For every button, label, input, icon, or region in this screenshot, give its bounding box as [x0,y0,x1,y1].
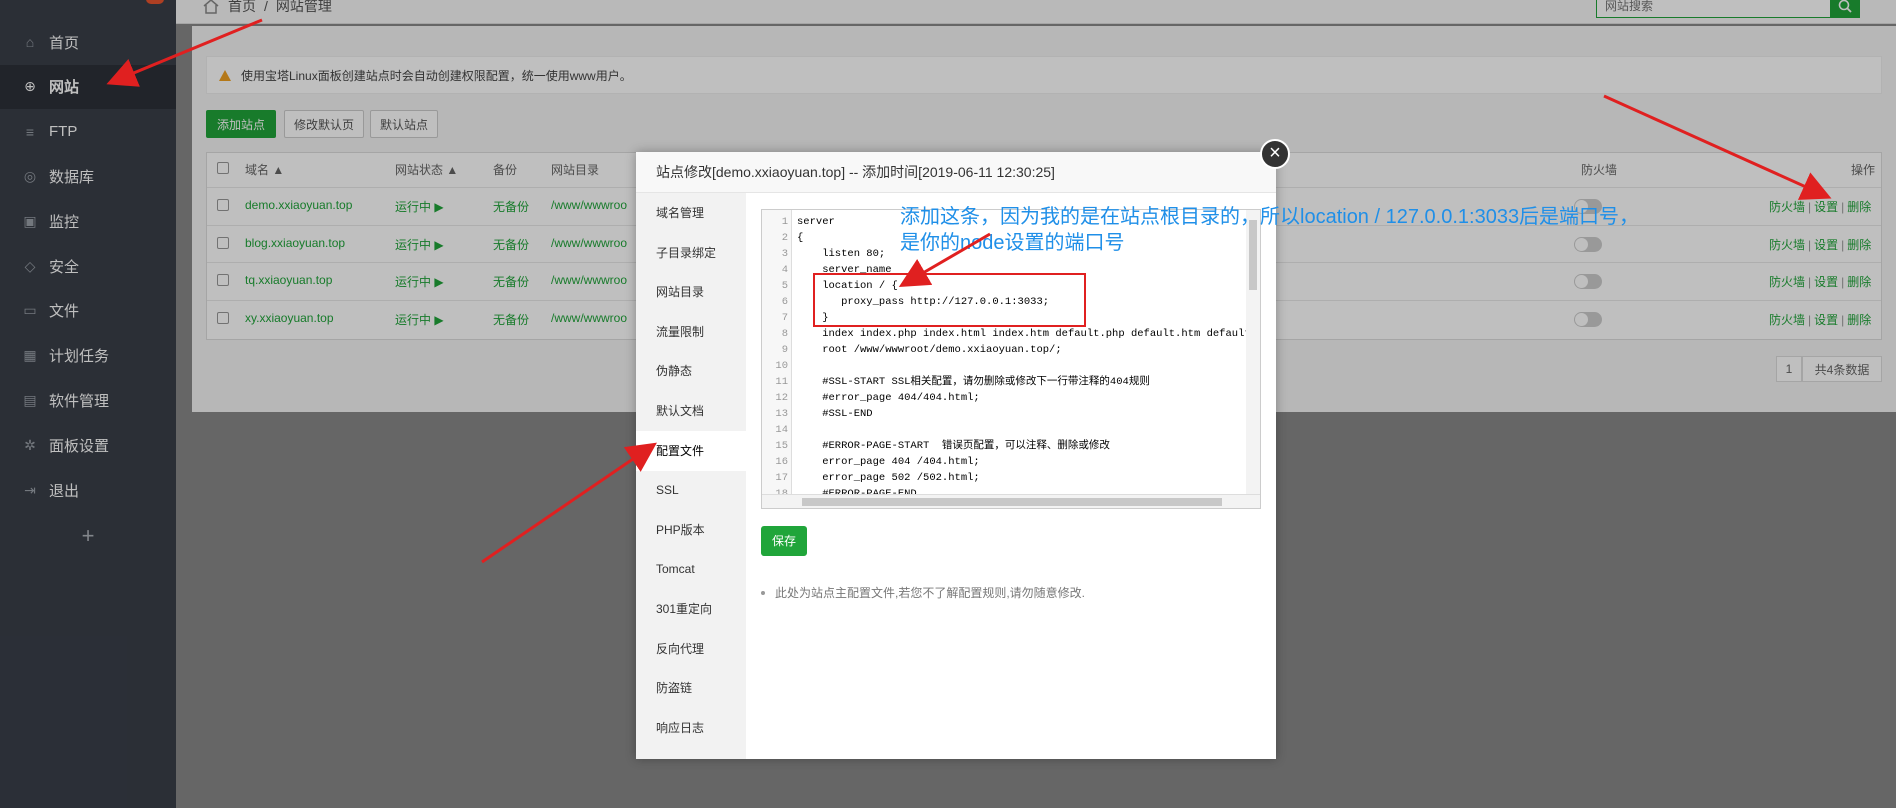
arrow-to-website-menu [106,18,263,87]
arrow-to-location-block [898,232,991,288]
close-button[interactable]: × [1260,139,1290,169]
arrow-to-config-file-tab [481,442,657,564]
arrow-to-settings-link [1603,94,1832,200]
annotation-arrows [106,18,1832,564]
